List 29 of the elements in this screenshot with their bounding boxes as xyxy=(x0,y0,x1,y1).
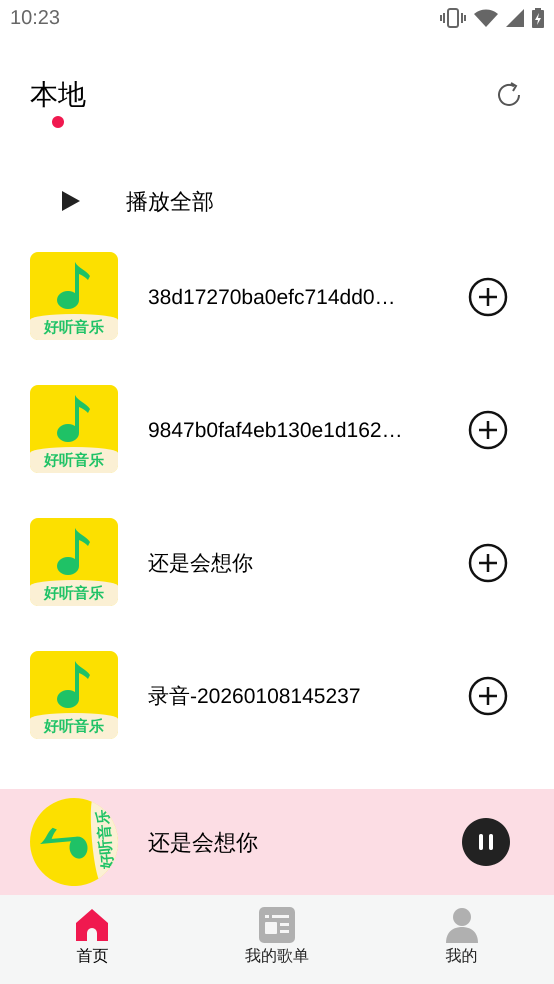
page-tab[interactable]: 本地 xyxy=(30,78,86,112)
battery-icon xyxy=(532,8,544,28)
song-title[interactable]: 38d17270ba0efc714dd0… xyxy=(148,282,468,314)
signal-icon xyxy=(506,9,524,27)
add-icon[interactable] xyxy=(468,676,508,716)
add-icon[interactable] xyxy=(468,277,508,317)
song-title[interactable]: 录音-20260108145237 xyxy=(148,681,468,712)
nav-tab[interactable]: 我的歌单 xyxy=(184,895,370,984)
vibrate-icon xyxy=(440,8,466,28)
cover-text: 好听音乐 xyxy=(44,586,104,600)
home-icon xyxy=(74,907,110,943)
add-icon[interactable] xyxy=(468,543,508,583)
play-icon[interactable] xyxy=(62,191,80,211)
cover-text: 好听音乐 xyxy=(44,320,104,334)
pause-button[interactable] xyxy=(462,818,510,866)
list-icon xyxy=(258,907,295,943)
now-playing-title: 还是会想你 xyxy=(148,828,259,856)
song-title[interactable]: 9847b0faf4eb130e1d162… xyxy=(148,415,468,446)
person-icon xyxy=(444,907,480,943)
song-title[interactable]: 还是会想你 xyxy=(148,548,468,580)
wifi-icon xyxy=(474,9,498,27)
add-icon[interactable] xyxy=(468,410,508,450)
nav-tab[interactable]: 首页 xyxy=(0,895,185,984)
status-time: 10:23 xyxy=(10,6,60,31)
cover-text: 好听音乐 xyxy=(44,718,104,734)
cover-text: 好听音乐 xyxy=(44,452,104,468)
nav-tab[interactable]: 我的 xyxy=(369,895,554,984)
play-all-button[interactable]: 播放全部 xyxy=(126,184,214,218)
pause-icon xyxy=(479,834,493,850)
